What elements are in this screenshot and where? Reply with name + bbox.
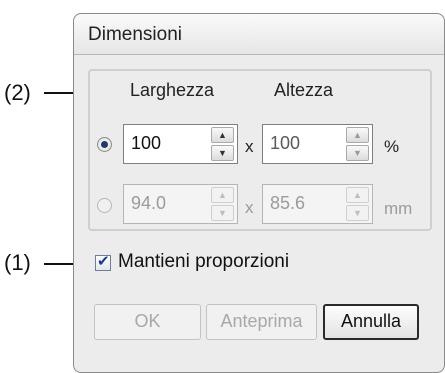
mm-unit-label: mm <box>384 199 413 218</box>
mm-radio[interactable] <box>97 198 112 213</box>
keep-proportions-label[interactable]: Mantieni proporzioni <box>118 251 289 273</box>
keep-proportions-checkbox[interactable]: ✔ <box>95 252 111 271</box>
mm-times-separator: x <box>245 198 254 217</box>
dialog-title: Dimensioni <box>88 24 182 45</box>
width-column-header: Larghezza <box>130 80 215 100</box>
width-mm-spinbox[interactable]: 94.0 ▲ ▼ <box>123 184 238 224</box>
decrement-arrow-icon[interactable]: ▼ <box>211 205 234 221</box>
width-percent-value[interactable]: 100 <box>131 133 161 154</box>
ok-button[interactable]: OK <box>94 304 201 340</box>
height-percent-value[interactable]: 100 <box>270 133 300 154</box>
preview-button[interactable]: Anteprima <box>206 304 317 340</box>
increment-arrow-icon[interactable]: ▲ <box>346 127 369 143</box>
decrement-arrow-icon[interactable]: ▼ <box>346 145 369 161</box>
height-column-header: Altezza <box>274 80 334 100</box>
decrement-arrow-icon[interactable]: ▼ <box>211 145 234 161</box>
title-bar[interactable]: Dimensioni <box>74 14 444 55</box>
height-mm-value[interactable]: 85.6 <box>270 193 305 214</box>
increment-arrow-icon[interactable]: ▲ <box>211 187 234 203</box>
callout-2: (2) <box>4 80 31 105</box>
height-percent-spinbox[interactable]: 100 ▲ ▼ <box>262 124 373 164</box>
decrement-arrow-icon[interactable]: ▼ <box>346 205 369 221</box>
increment-arrow-icon[interactable]: ▲ <box>346 187 369 203</box>
width-mm-value[interactable]: 94.0 <box>131 193 166 214</box>
percent-radio[interactable] <box>97 137 112 152</box>
checkmark-icon: ✔ <box>97 252 110 270</box>
callout-1: (1) <box>4 250 31 275</box>
percent-unit-label: % <box>384 137 400 156</box>
height-mm-spinbox[interactable]: 85.6 ▲ ▼ <box>262 184 373 224</box>
cancel-button[interactable]: Annulla <box>323 304 419 340</box>
width-percent-spinbox[interactable]: 100 ▲ ▼ <box>123 124 238 164</box>
increment-arrow-icon[interactable]: ▲ <box>211 127 234 143</box>
dimensions-group: Larghezza Altezza 100 ▲ ▼ x 100 ▲ ▼ % 94… <box>88 69 432 231</box>
percent-times-separator: x <box>245 137 254 156</box>
